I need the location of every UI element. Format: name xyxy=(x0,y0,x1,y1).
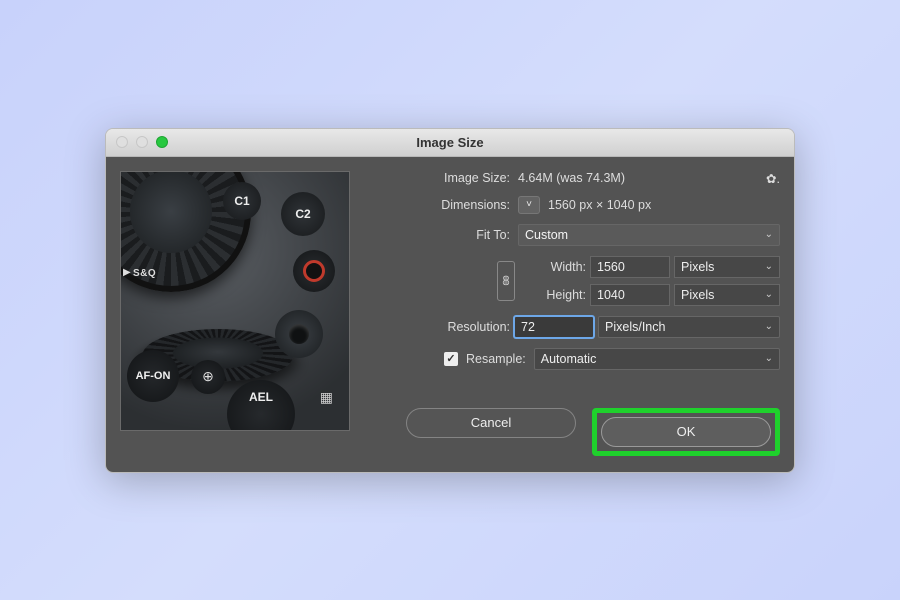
chevron-down-icon: ⌄ xyxy=(765,261,773,272)
preview-afon: AF-ON xyxy=(127,350,179,402)
preview-magnify: ⊕ xyxy=(191,360,225,394)
dimensions-unit-toggle[interactable]: ˅ xyxy=(518,196,540,214)
image-preview[interactable]: C1 C2 ▶ S&Q AF-ON ⊕ AEL ▦ xyxy=(120,171,350,431)
image-size-label: Image Size: xyxy=(360,171,510,185)
preview-c1: C1 xyxy=(223,182,261,220)
resample-checkbox[interactable]: ✓ xyxy=(444,352,458,366)
resample-label: Resample: xyxy=(466,352,526,366)
preview-grid-icon: ▦ xyxy=(320,389,333,406)
dimensions-value: 1560 px × 1040 px xyxy=(548,198,651,212)
preview-mode-icon: ▶ xyxy=(123,267,131,278)
height-label: Height: xyxy=(526,288,586,302)
chevron-down-icon: ⌄ xyxy=(765,353,773,364)
window-title: Image Size xyxy=(106,135,794,150)
fit-to-label: Fit To: xyxy=(360,228,510,242)
resolution-input[interactable] xyxy=(514,316,594,338)
width-input[interactable] xyxy=(590,256,670,278)
image-size-dialog: Image Size C1 C2 ▶ S&Q AF-ON ⊕ AEL ▦ Ima… xyxy=(105,128,795,473)
width-unit-value: Pixels xyxy=(681,260,714,274)
preview-mode: S&Q xyxy=(133,268,156,279)
fit-to-select[interactable]: Custom ⌄ xyxy=(518,224,780,246)
link-icon: 𝟠 xyxy=(502,273,510,288)
resolution-unit-select[interactable]: Pixels/Inch ⌄ xyxy=(598,316,780,338)
dimensions-label: Dimensions: xyxy=(360,198,510,212)
gear-icon[interactable]: ✿. xyxy=(766,171,780,186)
titlebar[interactable]: Image Size xyxy=(106,129,794,157)
resample-method-select[interactable]: Automatic ⌄ xyxy=(534,348,780,370)
width-unit-select[interactable]: Pixels ⌄ xyxy=(674,256,780,278)
constrain-proportions-toggle[interactable]: 𝟠 xyxy=(497,261,515,301)
chevron-down-icon: ⌄ xyxy=(765,229,773,240)
image-size-value: 4.64M (was 74.3M) xyxy=(518,171,625,185)
chevron-down-icon: ⌄ xyxy=(765,289,773,300)
dialog-body: C1 C2 ▶ S&Q AF-ON ⊕ AEL ▦ Image Size: 4.… xyxy=(106,157,794,472)
chevron-down-icon: ˅ xyxy=(526,199,532,210)
fit-to-value: Custom xyxy=(525,228,568,242)
width-label: Width: xyxy=(526,260,586,274)
resample-method-value: Automatic xyxy=(541,352,597,366)
height-unit-value: Pixels xyxy=(681,288,714,302)
resolution-label: Resolution: xyxy=(360,320,510,334)
height-input[interactable] xyxy=(590,284,670,306)
preview-c2: C2 xyxy=(281,192,325,236)
settings-panel: Image Size: 4.64M (was 74.3M) ✿. Dimensi… xyxy=(360,171,780,456)
chevron-down-icon: ⌄ xyxy=(765,321,773,332)
ok-highlight: OK xyxy=(592,408,780,456)
cancel-button-label: Cancel xyxy=(471,415,511,430)
ok-button[interactable]: OK xyxy=(601,417,771,447)
height-unit-select[interactable]: Pixels ⌄ xyxy=(674,284,780,306)
resolution-unit-value: Pixels/Inch xyxy=(605,320,665,334)
ok-button-label: OK xyxy=(677,424,696,439)
cancel-button[interactable]: Cancel xyxy=(406,408,576,438)
